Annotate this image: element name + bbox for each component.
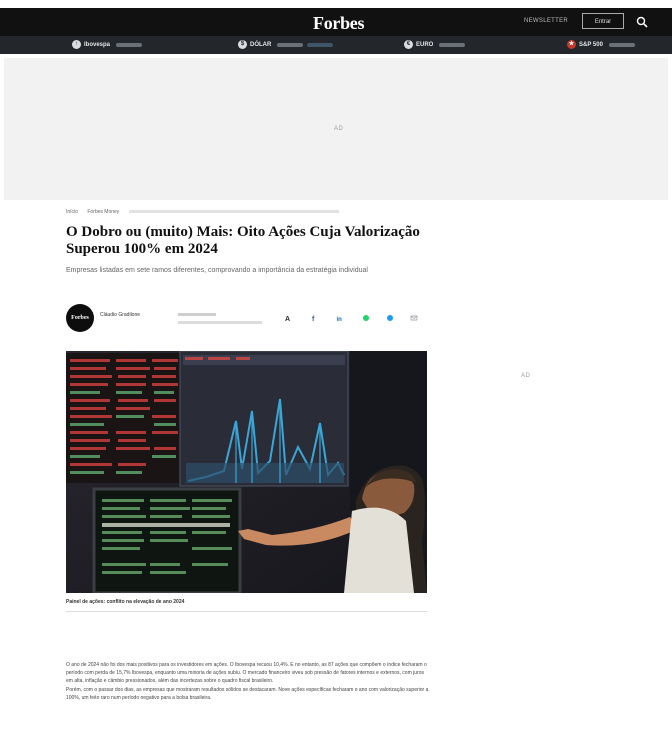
ticker-item-sp500[interactable]: ★ S&P 500 — [567, 40, 635, 50]
market-ticker: ↑ Ibovespa $ DÓLAR € EURO ★ S&P 500 — [0, 36, 672, 54]
svg-text:in: in — [337, 317, 343, 322]
article-title: O Dobro ou (muito) Mais: Oito Ações Cuja… — [66, 224, 420, 257]
article-body: O ano de 2024 não foi dos mais positivos… — [66, 661, 430, 702]
trading-room-illustration — [66, 351, 427, 593]
svg-text:f: f — [312, 316, 315, 322]
email-icon[interactable] — [410, 314, 418, 322]
breadcrumb-section[interactable]: Forbes Money — [87, 209, 119, 215]
sidebar-advertisement[interactable]: AD — [440, 351, 630, 411]
ticker-item-ibovespa[interactable]: ↑ Ibovespa — [72, 40, 143, 50]
facebook-icon[interactable]: f — [310, 314, 318, 322]
ticker-value — [608, 42, 635, 47]
ticker-item-euro[interactable]: € EURO — [404, 40, 466, 50]
article-subtitle: Empresas listadas em sete ramos diferent… — [66, 267, 368, 274]
breadcrumb: Início Forbes Money — [66, 209, 347, 215]
chart-icon: ↑ — [72, 40, 81, 49]
article-paragraph: Porém, com o passar dos dias, as empresa… — [66, 686, 429, 701]
article-hero-image — [66, 351, 427, 593]
dollar-icon: $ — [238, 40, 247, 49]
whatsapp-icon[interactable] — [362, 314, 370, 322]
publish-dates — [178, 310, 262, 324]
byline: Forbes Cláudio Gradilone A f in — [66, 304, 426, 334]
svg-text:A: A — [285, 316, 290, 322]
text-size-icon[interactable]: A — [284, 314, 292, 322]
ticker-value — [116, 42, 143, 47]
flag-icon: ★ — [567, 40, 576, 49]
author-avatar[interactable]: Forbes — [66, 304, 94, 332]
breadcrumb-current — [128, 210, 339, 214]
publish-date-line — [178, 313, 216, 316]
ad-label: AD — [521, 373, 531, 379]
article-paragraph: O ano de 2024 não foi dos mais positivos… — [66, 662, 427, 685]
euro-icon: € — [404, 40, 413, 49]
ticker-label: DÓLAR — [250, 42, 272, 49]
search-icon[interactable] — [636, 16, 648, 28]
ticker-label: Ibovespa — [84, 42, 111, 49]
image-caption: Painel de ações: conflito na elevação de… — [66, 599, 185, 605]
signin-button[interactable]: Entrar — [582, 13, 624, 29]
ticker-value — [439, 42, 466, 47]
caption-divider — [66, 611, 427, 612]
breadcrumb-home[interactable]: Início — [66, 209, 78, 215]
ticker-change — [307, 42, 334, 47]
ticker-label: S&P 500 — [579, 42, 603, 49]
ticker-item-dolar[interactable]: $ DÓLAR — [238, 40, 334, 50]
ticker-value — [277, 42, 304, 47]
ad-label: AD — [334, 126, 344, 132]
top-advertisement[interactable]: AD — [4, 58, 668, 200]
newsletter-link[interactable]: NEWSLETTER — [524, 18, 568, 24]
forbes-logo[interactable]: Forbes — [313, 13, 365, 34]
ticker-label: EURO — [416, 42, 434, 49]
twitter-icon[interactable] — [386, 314, 394, 322]
author-name[interactable]: Cláudio Gradilone — [100, 312, 140, 318]
top-navigation-bar: Forbes NEWSLETTER Entrar — [0, 8, 672, 36]
update-date-line — [178, 321, 262, 324]
linkedin-icon[interactable]: in — [336, 314, 344, 322]
